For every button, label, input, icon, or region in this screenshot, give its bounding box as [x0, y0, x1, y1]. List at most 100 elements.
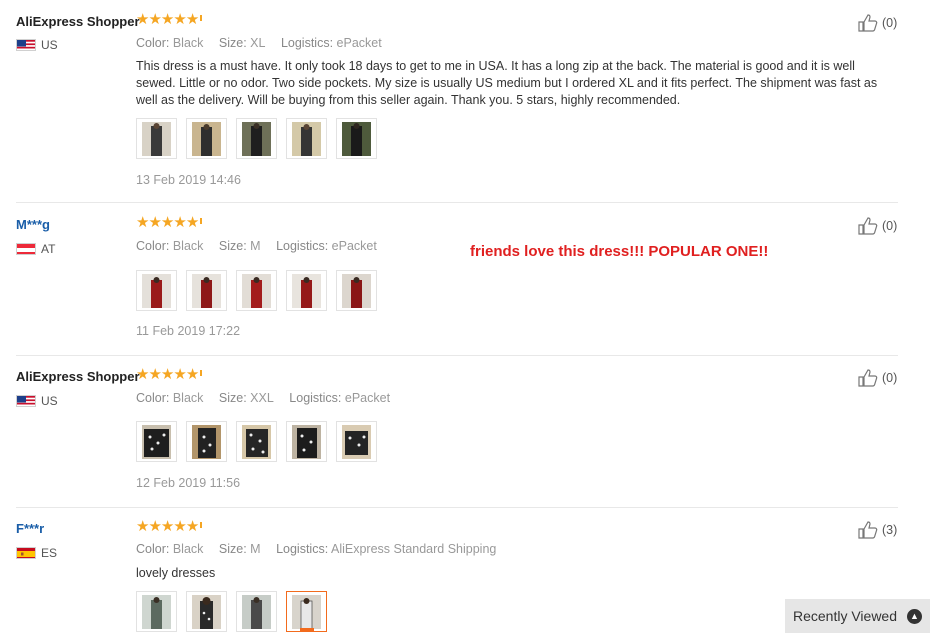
es-flag-icon: [16, 547, 36, 559]
star-icon: ★: [160, 11, 174, 28]
review-photo-thumbnail-selected[interactable]: [286, 591, 327, 632]
chevron-up-icon: ▲: [907, 608, 923, 624]
review-photos: [136, 591, 327, 632]
star-icon: ★: [173, 11, 186, 28]
logistics-value: ePacket: [331, 239, 377, 253]
star-icon: ★: [160, 518, 174, 535]
star-icon: ★: [136, 11, 149, 28]
order-attributes: Color: Black Size: XXL Logistics: ePacke…: [136, 391, 402, 405]
review-date: 13 Feb 2019 14:46: [136, 173, 241, 187]
star-icon: ★: [160, 366, 174, 383]
helpful-button[interactable]: (0): [858, 14, 897, 32]
helpful-count: (0): [882, 219, 898, 233]
star-icon: ★: [148, 518, 161, 535]
star-icon: ★: [148, 214, 161, 231]
order-attributes: Color: Black Size: M Logistics: ePacket: [136, 239, 389, 253]
size-label: Size:: [218, 36, 247, 50]
review-photo-thumbnail[interactable]: [336, 270, 377, 311]
thumbs-up-icon: [858, 369, 878, 387]
review-photo-thumbnail[interactable]: [236, 118, 277, 159]
color-value: Black: [172, 542, 204, 556]
reviewer-name[interactable]: F***r: [16, 521, 44, 536]
review-text: This dress is a must have. It only took …: [136, 59, 878, 107]
review-photo-thumbnail[interactable]: [136, 591, 177, 632]
thumbs-up-icon: [858, 14, 878, 32]
logistics-label: Logistics:: [280, 36, 334, 50]
star-icon: ★: [185, 366, 199, 383]
color-label: Color:: [136, 239, 170, 253]
review-photo-thumbnail[interactable]: [286, 270, 327, 311]
review-photo-thumbnail[interactable]: [136, 421, 177, 462]
star-rating: ★ ★ ★ ★ ★: [136, 11, 203, 28]
star-icon: ★: [148, 366, 161, 383]
reviewer-name[interactable]: M***g: [16, 217, 50, 232]
review-photo-thumbnail[interactable]: [286, 118, 327, 159]
size-label: Size:: [218, 391, 247, 405]
review-photo-thumbnail[interactable]: [136, 270, 177, 311]
country-code: US: [41, 394, 58, 408]
star-icon: ★: [173, 518, 186, 535]
color-value: Black: [172, 36, 204, 50]
reviewer-country: AT: [16, 242, 55, 256]
review-photo-thumbnail[interactable]: [286, 421, 327, 462]
star-icon: ★: [136, 214, 149, 231]
order-attributes: Color: Black Size: M Logistics: AliExpre…: [136, 542, 508, 556]
review-photo-thumbnail[interactable]: [236, 421, 277, 462]
helpful-count: (3): [882, 523, 898, 537]
color-value: Black: [172, 391, 204, 405]
color-label: Color:: [136, 36, 170, 50]
logistics-value: AliExpress Standard Shipping: [330, 542, 497, 556]
star-rating: ★ ★ ★ ★ ★: [136, 214, 203, 231]
review-date: 12 Feb 2019 11:56: [136, 476, 241, 490]
review-photo-thumbnail[interactable]: [186, 421, 227, 462]
recently-viewed-button[interactable]: Recently Viewed ▲: [785, 599, 930, 633]
review-photo-thumbnail[interactable]: [186, 591, 227, 632]
recently-viewed-label: Recently Viewed: [792, 608, 898, 624]
us-flag-icon: [16, 39, 36, 51]
reviewer-name: AliExpress Shopper: [16, 14, 140, 29]
review-photos: [136, 421, 377, 462]
size-value: XXL: [250, 391, 274, 405]
star-icon: ★: [185, 518, 199, 535]
color-label: Color:: [136, 542, 170, 556]
review-date: 11 Feb 2019 17:22: [136, 324, 241, 338]
star-icon: ★: [148, 11, 161, 28]
review-photo-thumbnail[interactable]: [186, 270, 227, 311]
at-flag-icon: [16, 243, 36, 255]
logistics-label: Logistics:: [276, 239, 329, 253]
star-icon: ★: [185, 214, 199, 231]
size-value: M: [250, 239, 261, 253]
logistics-value: ePacket: [344, 391, 391, 405]
country-code: ES: [41, 546, 58, 560]
helpful-button[interactable]: (3): [858, 521, 897, 539]
review-photo-thumbnail[interactable]: [336, 118, 377, 159]
order-attributes: Color: Black Size: XL Logistics: ePacket: [136, 36, 394, 50]
us-flag-icon: [16, 395, 36, 407]
review-text: lovely dresses: [136, 566, 216, 580]
country-code: US: [41, 38, 58, 52]
review-photos: [136, 118, 377, 159]
star-icon: ★: [173, 214, 186, 231]
thumbs-up-icon: [858, 217, 878, 235]
star-icon: ★: [136, 366, 149, 383]
review-photo-thumbnail[interactable]: [336, 421, 377, 462]
star-icon: ★: [173, 366, 186, 383]
logistics-label: Logistics:: [289, 391, 342, 405]
reviewer-country: US: [16, 394, 58, 408]
size-label: Size:: [218, 542, 247, 556]
review-photos: [136, 270, 377, 311]
review-photo-thumbnail[interactable]: [236, 591, 277, 632]
review-photo-thumbnail[interactable]: [236, 270, 277, 311]
star-rating: ★ ★ ★ ★ ★: [136, 366, 203, 383]
color-value: Black: [172, 239, 204, 253]
reviewer-name: AliExpress Shopper: [16, 369, 140, 384]
helpful-button[interactable]: (0): [858, 369, 897, 387]
review-photo-thumbnail[interactable]: [186, 118, 227, 159]
helpful-count: (0): [882, 16, 898, 30]
helpful-button[interactable]: (0): [858, 217, 897, 235]
size-value: M: [250, 542, 261, 556]
review-photo-thumbnail[interactable]: [136, 118, 177, 159]
reviewer-country: ES: [16, 546, 57, 560]
logistics-label: Logistics:: [276, 542, 329, 556]
country-code: AT: [41, 242, 56, 256]
